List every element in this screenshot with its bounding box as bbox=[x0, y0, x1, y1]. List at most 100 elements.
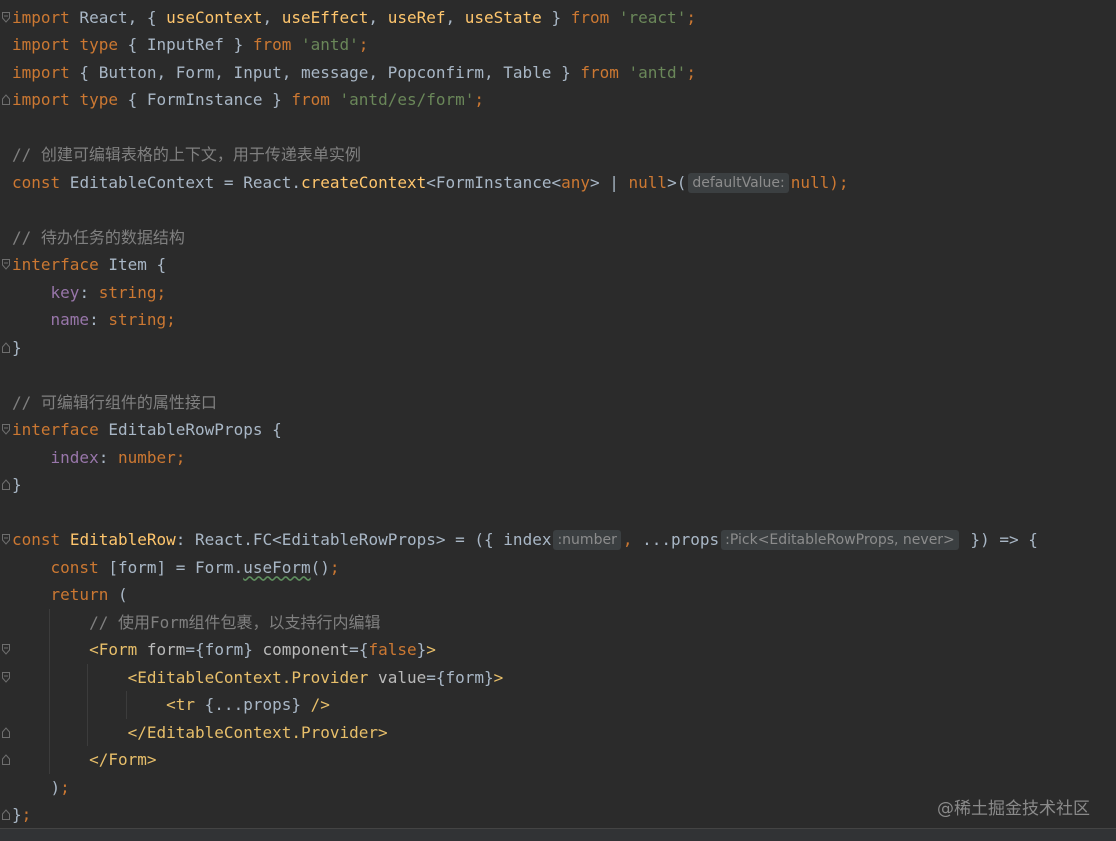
code-token: { Button, Form, Input, message, Popconfi… bbox=[69, 62, 581, 82]
code-token: , bbox=[262, 7, 282, 27]
code-line[interactable]: const [form] = Form.useForm(); bbox=[0, 554, 1116, 582]
code-line[interactable] bbox=[0, 361, 1116, 389]
code-text: import React, { useContext, useEffect, u… bbox=[12, 4, 696, 32]
code-token: React, { bbox=[69, 7, 167, 27]
watermark: @稀土掘金技术社区 bbox=[937, 799, 1090, 819]
code-line[interactable]: return ( bbox=[0, 581, 1116, 609]
code-token: type bbox=[79, 35, 118, 54]
fold-open-icon[interactable] bbox=[2, 644, 10, 655]
code-line[interactable]: const EditableRow: React.FC<EditableRowP… bbox=[0, 526, 1116, 554]
code-token: // 可编辑行组件的属性接口 bbox=[12, 392, 217, 412]
fold-open-icon[interactable] bbox=[2, 11, 10, 23]
fold-open-icon[interactable] bbox=[2, 424, 10, 435]
code-line[interactable]: name: string; bbox=[0, 306, 1116, 334]
code-token: from bbox=[252, 35, 292, 54]
code-token: } bbox=[12, 475, 22, 494]
code-line[interactable]: interface EditableRowProps { bbox=[0, 416, 1116, 444]
fold-open-icon[interactable] bbox=[2, 259, 10, 270]
fold-close-icon[interactable] bbox=[2, 479, 10, 490]
code-token: > bbox=[493, 667, 504, 687]
code-token: ; bbox=[329, 557, 340, 577]
code-line[interactable]: interface Item { bbox=[0, 251, 1116, 279]
code-line[interactable]: <EditableContext.Provider value={form}> bbox=[0, 663, 1116, 691]
fold-close-icon[interactable] bbox=[2, 754, 10, 765]
code-token: ; bbox=[686, 7, 696, 27]
code-line[interactable] bbox=[0, 499, 1116, 527]
code-line[interactable]: // 待办任务的数据结构 bbox=[0, 224, 1116, 252]
code-token: from bbox=[580, 62, 619, 82]
fold-close-icon[interactable] bbox=[2, 94, 10, 105]
code-token: from bbox=[291, 90, 330, 109]
code-token: > | bbox=[590, 172, 629, 192]
code-text: return ( bbox=[12, 581, 128, 609]
code-line[interactable]: import React, { useContext, useEffect, u… bbox=[0, 4, 1116, 32]
code-token: : bbox=[89, 310, 109, 329]
fold-close-icon[interactable] bbox=[2, 809, 10, 820]
code-line[interactable]: } bbox=[0, 334, 1116, 362]
code-line[interactable]: </Form> bbox=[0, 746, 1116, 774]
code-token: ; bbox=[358, 35, 369, 54]
code-token: } bbox=[12, 805, 22, 824]
code-token: const bbox=[12, 172, 61, 192]
code-token: interface bbox=[12, 420, 99, 439]
code-token: >( bbox=[667, 172, 687, 192]
code-text: // 创建可编辑表格的上下文，用于传递表单实例 bbox=[12, 141, 361, 169]
code-token: > bbox=[426, 640, 436, 659]
fold-open-icon[interactable] bbox=[2, 534, 10, 545]
code-token: ; bbox=[60, 777, 70, 797]
code-text: ); bbox=[12, 774, 70, 802]
code-line[interactable]: key: string; bbox=[0, 279, 1116, 307]
code-token: import bbox=[12, 62, 70, 82]
code-token: index bbox=[50, 447, 99, 467]
code-token: 'antd/es/form' bbox=[339, 90, 475, 109]
editor-bottom-strip bbox=[0, 829, 1116, 841]
code-line[interactable]: <tr {...props} /> bbox=[0, 691, 1116, 719]
code-token: EditableRow bbox=[69, 530, 176, 549]
code-token: ; bbox=[156, 282, 167, 302]
code-token: : bbox=[79, 282, 99, 302]
code-token: {form} bbox=[195, 640, 253, 659]
code-token: { InputRef } bbox=[117, 35, 253, 54]
code-token: interface bbox=[12, 255, 99, 274]
fold-close-icon[interactable] bbox=[2, 726, 10, 738]
code-line[interactable] bbox=[0, 114, 1116, 142]
code-token: null bbox=[790, 172, 830, 192]
code-line[interactable]: } bbox=[0, 471, 1116, 499]
code-token: ; bbox=[166, 310, 176, 329]
fold-close-icon[interactable] bbox=[2, 341, 10, 353]
code-editor[interactable]: import React, { useContext, useEffect, u… bbox=[0, 0, 1116, 841]
code-line[interactable]: // 创建可编辑表格的上下文，用于传递表单实例 bbox=[0, 141, 1116, 169]
code-token: <EditableContext.Provider bbox=[127, 667, 369, 687]
code-line[interactable]: <Form form={form} component={false}> bbox=[0, 636, 1116, 664]
code-line[interactable]: const EditableContext = React.createCont… bbox=[0, 169, 1116, 197]
fold-open-icon[interactable] bbox=[2, 671, 10, 683]
code-line[interactable]: import type { InputRef } from 'antd'; bbox=[0, 31, 1116, 59]
code-token: EditableContext = React. bbox=[60, 172, 301, 192]
code-text: </EditableContext.Provider> bbox=[12, 719, 388, 747]
code-token: <tr bbox=[166, 695, 196, 714]
code-line[interactable]: index: number; bbox=[0, 444, 1116, 472]
code-token: const bbox=[50, 557, 99, 577]
code-token: 'react' bbox=[618, 7, 687, 27]
inlay-hint: defaultValue: bbox=[688, 172, 789, 193]
code-line[interactable]: import type { FormInstance } from 'antd/… bbox=[0, 86, 1116, 114]
code-line[interactable] bbox=[0, 196, 1116, 224]
code-token: , bbox=[368, 7, 388, 27]
code-text: interface EditableRowProps { bbox=[12, 416, 282, 444]
code-text: // 可编辑行组件的属性接口 bbox=[12, 389, 217, 417]
code-token: = bbox=[349, 640, 359, 659]
code-line[interactable]: </EditableContext.Provider> bbox=[0, 718, 1116, 747]
code-line[interactable]: import { Button, Form, Input, message, P… bbox=[0, 59, 1116, 87]
code-line[interactable]: // 可编辑行组件的属性接口 bbox=[0, 389, 1116, 417]
code-line[interactable]: // 使用Form组件包裹，以支持行内编辑 bbox=[0, 608, 1116, 636]
